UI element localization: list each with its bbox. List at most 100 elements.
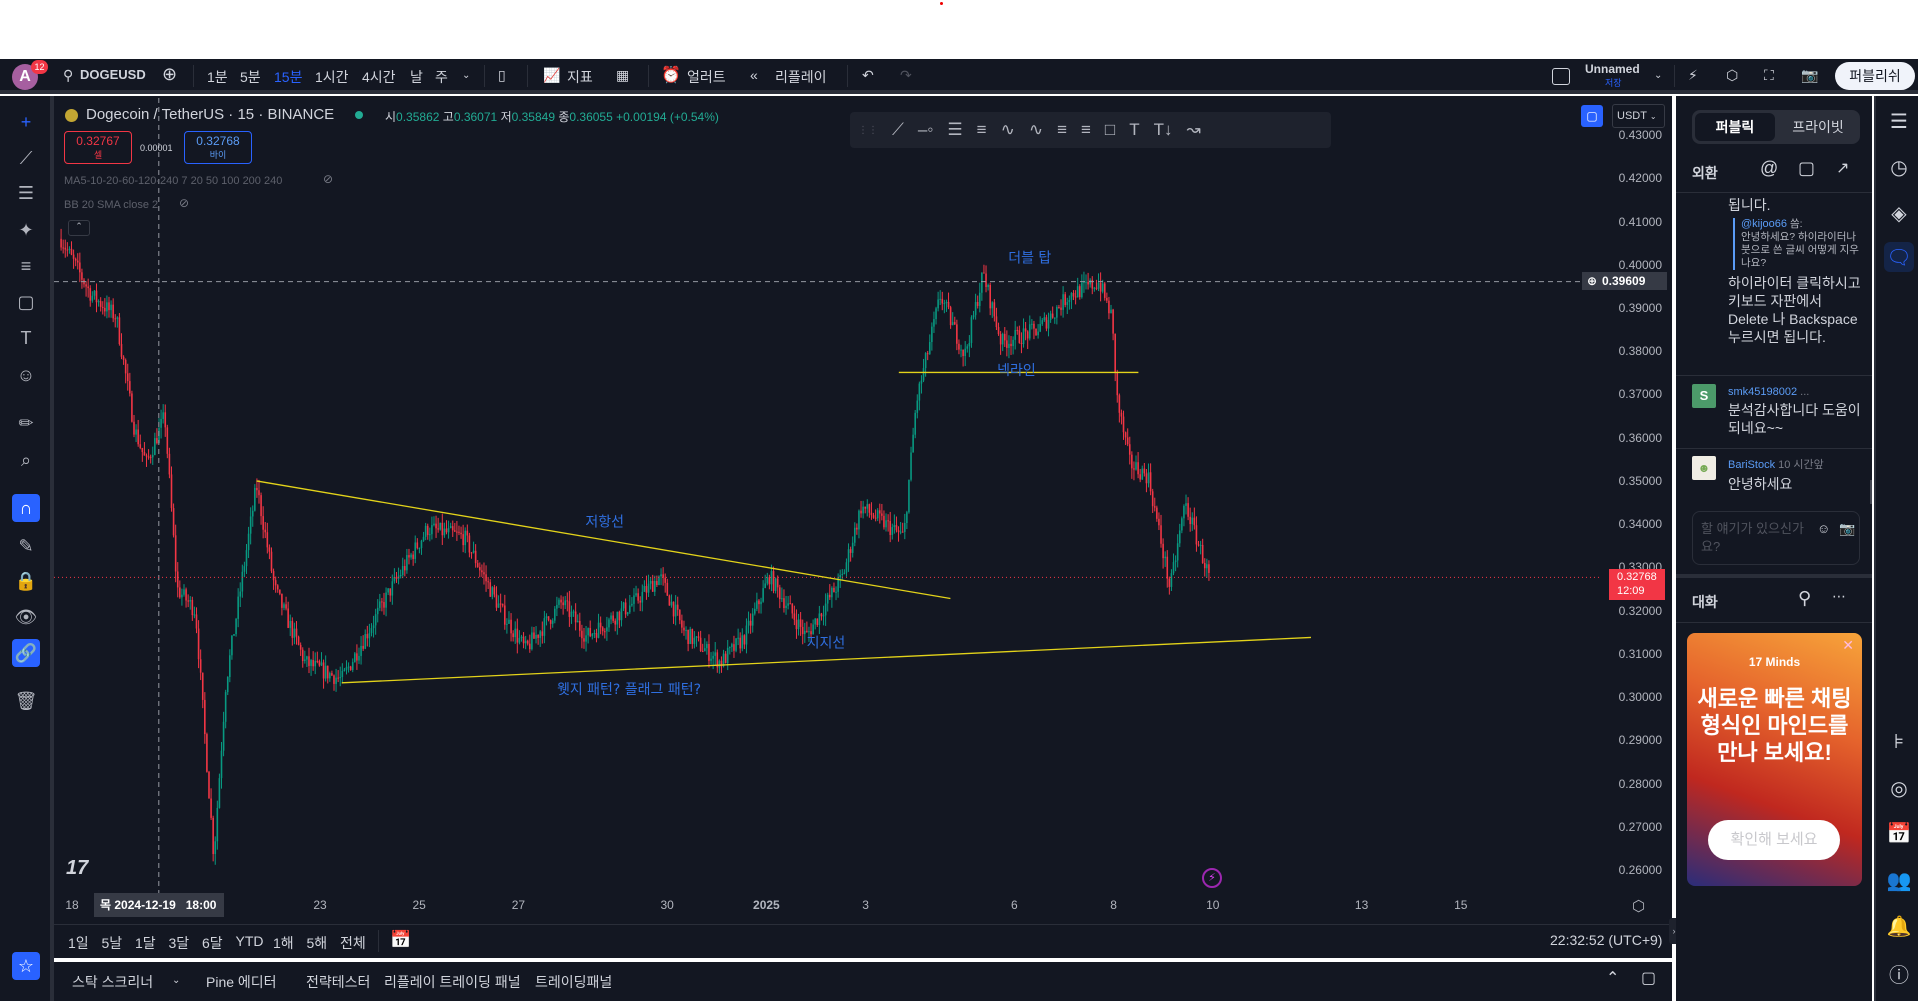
bottom-tab[interactable]: 전략테스터 <box>306 972 370 992</box>
range-button[interactable]: 3달 <box>169 933 190 953</box>
maximize-panel-icon[interactable]: ▢ <box>1641 968 1656 988</box>
horizontal-ray-icon[interactable]: –◦ <box>918 120 933 140</box>
bottom-tab[interactable]: 리플레이 트레이딩 패널 <box>384 972 521 992</box>
candle-body <box>831 587 833 598</box>
text-down-icon[interactable]: T↓ <box>1154 120 1173 140</box>
expand-icon[interactable]: ▢ <box>1798 158 1815 179</box>
bottom-tab[interactable]: Pine 에디터 <box>206 972 277 992</box>
hidden-eye-icon[interactable]: ⊘ <box>179 196 189 210</box>
indicator-bb-label[interactable]: BB 20 SMA close 2 <box>64 199 158 211</box>
line-tool-icon[interactable]: ⟋ <box>892 120 904 140</box>
chevron-down-icon[interactable]: ⌄ <box>172 975 180 986</box>
message-username[interactable]: smk45198002 <box>1728 386 1797 398</box>
flash-icon[interactable]: ⚡ <box>1202 868 1222 888</box>
search-icon[interactable]: ⚲ <box>1798 588 1811 609</box>
drag-handle-icon[interactable]: ⋮⋮ <box>858 125 878 136</box>
collapse-panel-icon[interactable]: ⌃ <box>1606 968 1619 988</box>
emoji-icon[interactable]: ☺ <box>1817 520 1830 538</box>
resistance-line[interactable] <box>256 480 951 600</box>
target-icon[interactable]: ◎ <box>1884 773 1914 803</box>
auto-scale-button[interactable]: ▢ <box>1581 105 1603 127</box>
more-icon[interactable]: ⋯ <box>1832 588 1846 605</box>
elliott-wave-icon[interactable]: ∿ <box>1029 120 1043 140</box>
user-avatar[interactable]: ☻ <box>1692 456 1716 480</box>
currency-select[interactable]: USDT ⌄ <box>1612 104 1665 128</box>
user-avatar[interactable]: S <box>1692 384 1716 408</box>
text-tool-icon[interactable]: T <box>1129 120 1139 140</box>
watchlist-icon[interactable]: ☰ <box>1884 106 1914 136</box>
parallel-channel-icon[interactable]: ☰ <box>947 120 962 140</box>
range-button[interactable]: 1일 <box>68 933 89 953</box>
hidden-eye-icon[interactable]: ⊘ <box>323 172 333 186</box>
popout-icon[interactable]: ↗ <box>1836 158 1849 178</box>
floating-drawing-toolbar[interactable]: ⋮⋮ ⟋ –◦ ☰ ≡ ∿ ∿ ≡ ≡ □ T T↓ ↝ <box>850 112 1331 148</box>
range-button[interactable]: 5해 <box>307 933 328 953</box>
community-icon[interactable]: 👥 <box>1884 865 1914 895</box>
buy-button[interactable]: 0.32768 바이 <box>184 131 252 164</box>
annotation-text[interactable]: 저항선 <box>585 514 624 530</box>
message-input[interactable]: 할 얘기가 있으신가요? ☺ 📷 <box>1692 511 1860 565</box>
candle-body <box>641 591 644 603</box>
trading-panel-icon[interactable]: ⊧ <box>1884 726 1914 756</box>
range-button[interactable]: 5날 <box>102 933 123 953</box>
annotation-text[interactable]: 더블 탑 <box>1008 251 1051 267</box>
range-button[interactable]: 전체 <box>340 933 366 953</box>
layers-icon[interactable]: ◈ <box>1884 198 1914 228</box>
notifications-bell-icon[interactable]: 🔔 <box>1884 911 1914 941</box>
short-position-icon[interactable]: ≡ <box>1081 120 1091 140</box>
long-position-icon[interactable]: ≡ <box>1057 120 1067 140</box>
change-value: +0.00194 (+0.54%) <box>616 110 719 124</box>
high-value: 0.36071 <box>453 110 498 124</box>
candle-body <box>678 609 681 621</box>
candle-body <box>910 452 912 480</box>
annotation-text[interactable]: 지지선 <box>807 635 846 651</box>
mention-icon[interactable]: @ <box>1760 158 1778 179</box>
range-button[interactable]: 1해 <box>273 933 294 953</box>
candle-body <box>164 412 167 428</box>
collapse-legend-button[interactable]: ⌃ <box>68 220 90 236</box>
chat-icon[interactable]: 🗨 <box>1884 242 1914 272</box>
candle-body <box>379 601 381 608</box>
price-chart[interactable]: 저항선지지선웻지 패턴? 플래그 패턴? 더블 탑넥라인 <box>0 0 1918 1001</box>
candle-body <box>122 356 125 360</box>
candle-body <box>395 576 398 579</box>
quote-user[interactable]: @kijoo66 <box>1741 218 1787 230</box>
high-label: 고 <box>442 110 454 124</box>
divider <box>1676 574 1872 578</box>
tab-public[interactable]: 퍼블릭 <box>1695 113 1775 141</box>
minds-promo-card[interactable]: ✕ 17 Minds 새로운 빠른 채팅 형식인 마인드를 만나 보세요! 확인… <box>1687 633 1862 886</box>
camera-icon[interactable]: 📷 <box>1839 520 1855 538</box>
path-icon[interactable]: ↝ <box>1186 120 1200 140</box>
xabcd-pattern-icon[interactable]: ∿ <box>1001 120 1015 140</box>
indicator-ma-label[interactable]: MA5-10-20-60-120-240 7 20 50 100 200 240 <box>64 175 282 187</box>
ad-cta-button[interactable]: 확인해 보세요 <box>1708 820 1840 860</box>
candle-body <box>931 326 933 343</box>
tab-private[interactable]: 프라이빗 <box>1778 113 1858 141</box>
bar-countdown: 12:09 <box>1617 585 1645 597</box>
add-alert-icon[interactable]: ⊕ <box>1582 272 1602 290</box>
close-icon[interactable]: ✕ <box>1842 637 1854 654</box>
clock[interactable]: 22:32:52 (UTC+9) <box>1550 932 1662 948</box>
rectangle-icon[interactable]: □ <box>1105 120 1115 140</box>
message-username[interactable]: BariStock <box>1728 459 1775 471</box>
annotation-text[interactable]: 웻지 패턴? 플래그 패턴? <box>557 682 701 698</box>
candle-body <box>706 643 708 649</box>
range-button[interactable]: 6달 <box>202 933 223 953</box>
candle-body <box>1176 543 1179 561</box>
go-to-date-icon[interactable]: 📅 <box>390 930 411 950</box>
candle-body <box>322 662 325 679</box>
help-icon[interactable]: ⓘ <box>1884 958 1914 988</box>
range-button[interactable]: YTD <box>236 933 264 949</box>
chart-settings-icon[interactable]: ⬡ <box>1632 897 1645 915</box>
alerts-clock-icon[interactable]: ◷ <box>1884 152 1914 182</box>
bottom-tab[interactable]: 스탁 스크리너 <box>72 972 153 992</box>
bottom-tab[interactable]: 트레이딩패널 <box>535 972 612 992</box>
fib-channel-icon[interactable]: ≡ <box>977 120 987 140</box>
symbol-title[interactable]: Dogecoin / TetherUS · 15 · BINANCE <box>86 106 334 123</box>
range-button[interactable]: 1달 <box>135 933 156 953</box>
sell-button[interactable]: 0.32767 셀 <box>64 131 132 164</box>
annotation-text[interactable]: 넥라인 <box>997 363 1036 379</box>
chat-scrollbar[interactable] <box>1870 480 1872 504</box>
buy-label: 바이 <box>209 150 227 160</box>
calendar-icon[interactable]: 📅 <box>1884 818 1914 848</box>
